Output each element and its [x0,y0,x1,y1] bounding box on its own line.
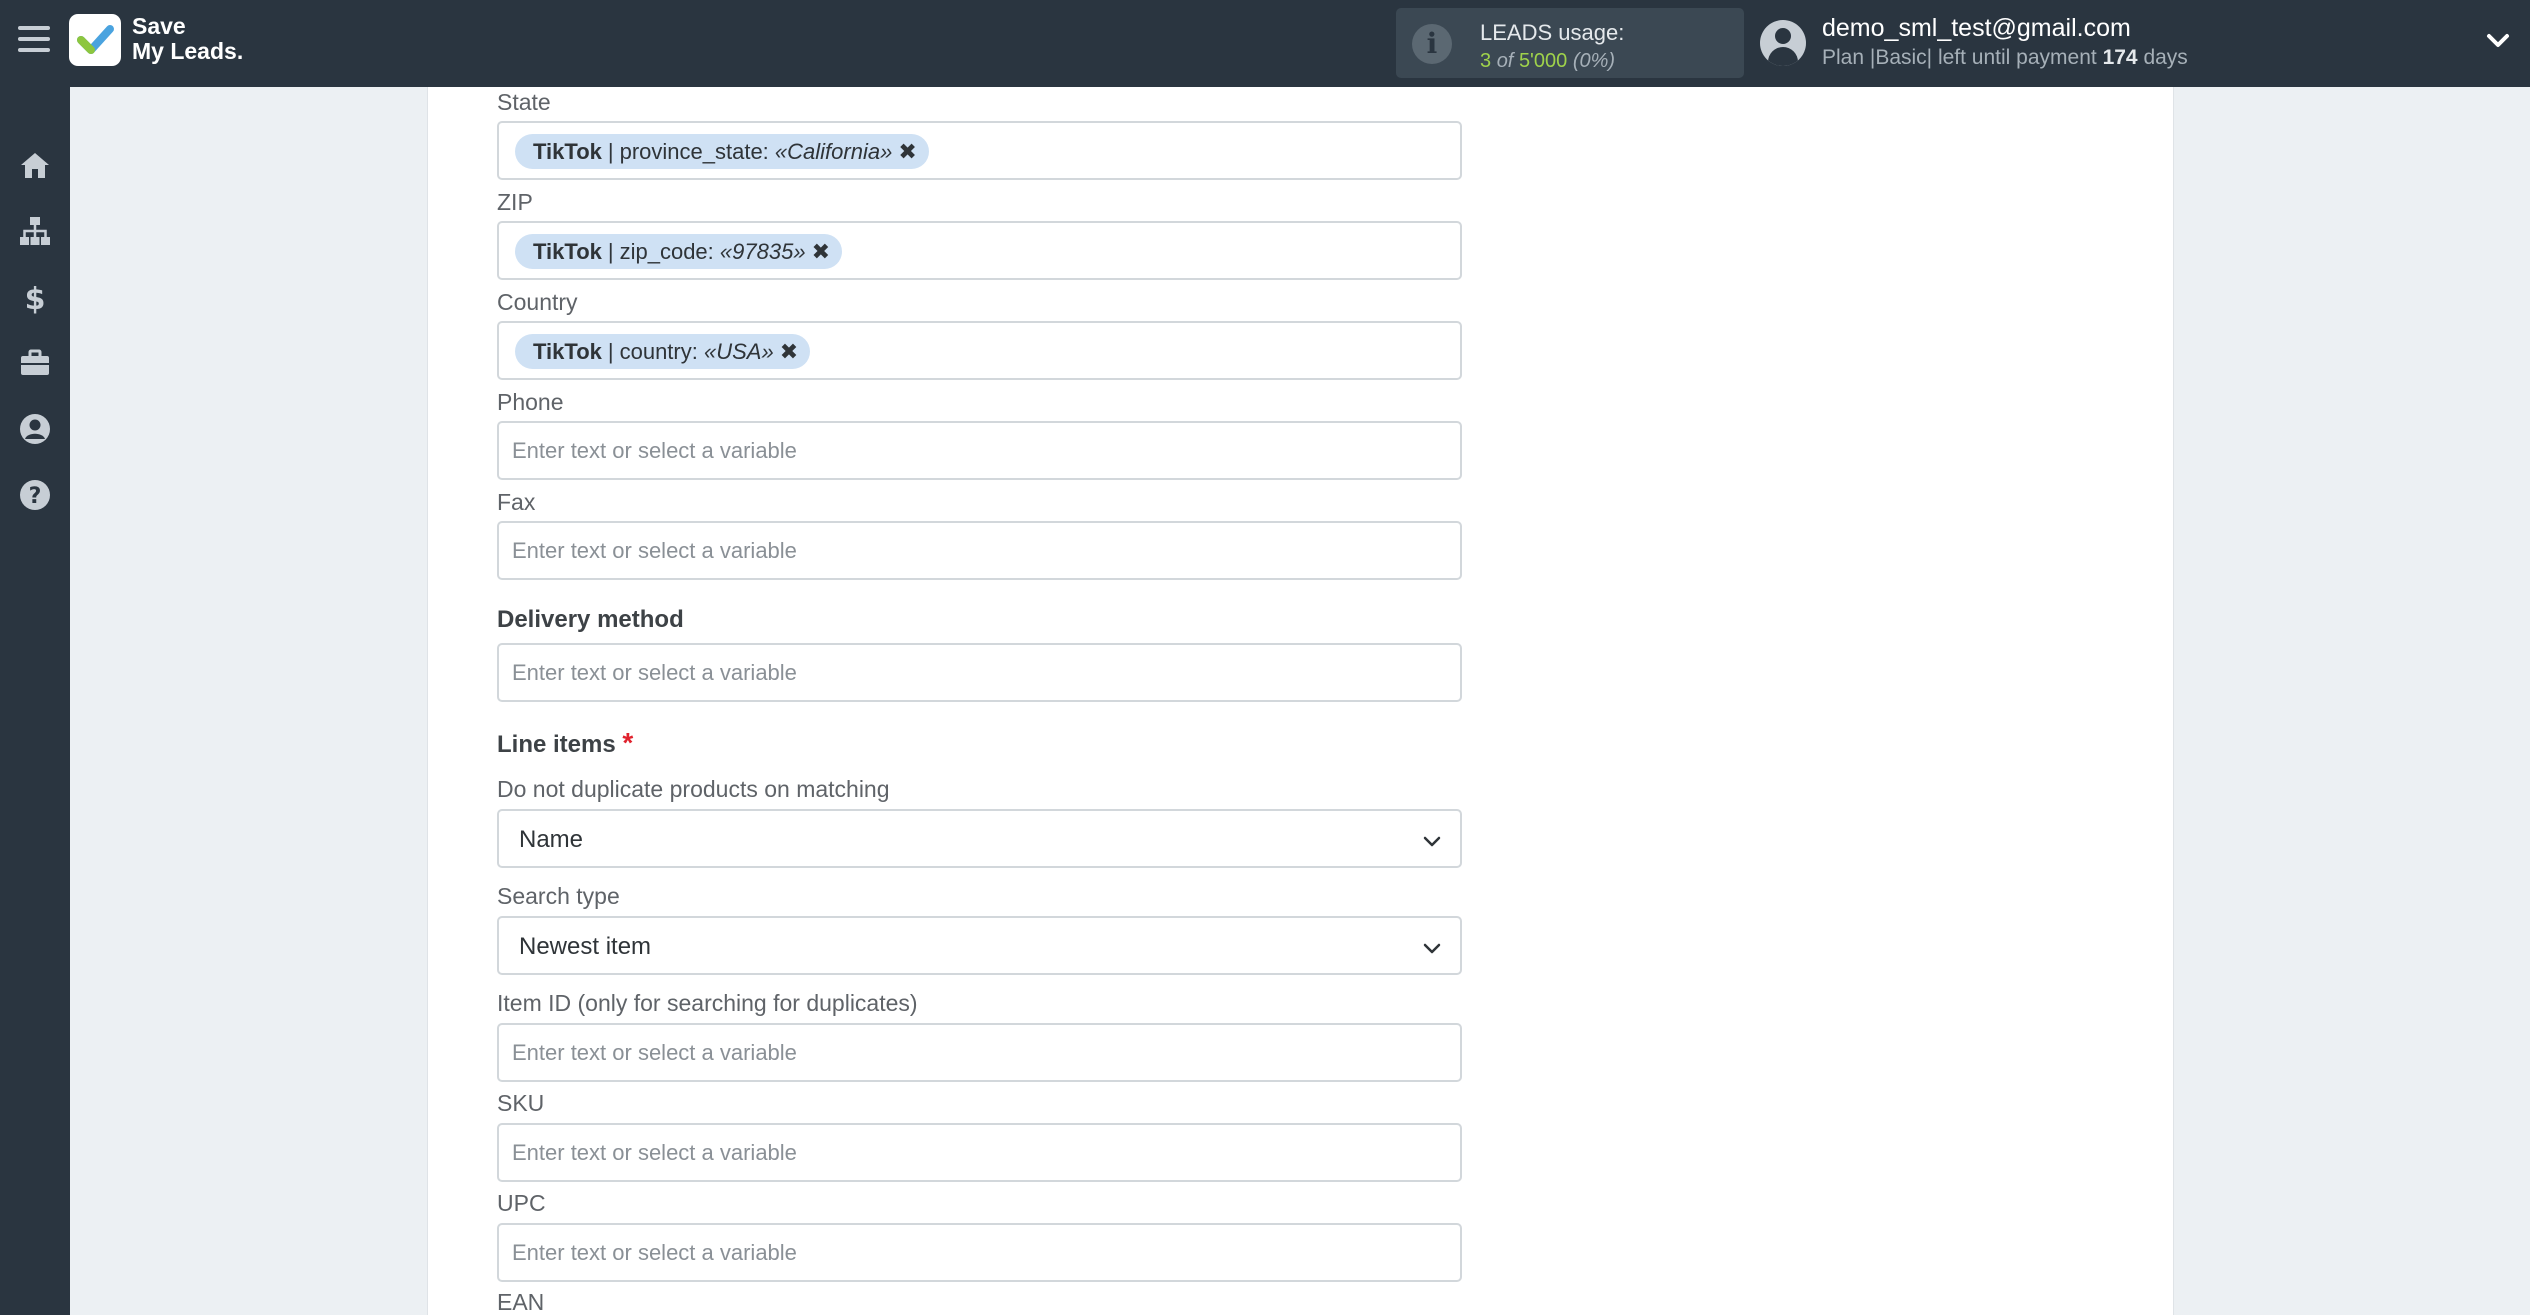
sidebar-item-home[interactable] [0,134,70,196]
search-type-value: Newest item [519,933,652,960]
search-type-label: Search type [497,883,620,909]
item-id-placeholder: Enter text or select a variable [512,1040,797,1065]
usage-total: 5'000 [1518,50,1568,72]
logo-icon[interactable] [69,14,121,66]
sku-field[interactable]: Enter text or select a variable [497,1123,1462,1182]
delivery-method-label: Delivery method [497,606,684,633]
user-icon [20,414,50,444]
sku-placeholder: Enter text or select a variable [512,1140,797,1165]
fax-label: Fax [497,489,536,515]
country-field[interactable]: TikTok | country: «USA» ✖ [497,321,1462,380]
no-duplicate-label: Do not duplicate products on matching [497,776,890,802]
logo-line-2: My Leads. [132,38,244,64]
sidebar-item-account[interactable] [0,398,70,460]
leads-usage-panel: i LEADS usage: 3 of 5'000 (0%) [1396,8,1744,78]
line-items-label: Line items * [497,727,633,759]
no-duplicate-select[interactable]: Name [497,809,1462,868]
phone-label: Phone [497,389,564,415]
chevron-down-icon[interactable] [2483,26,2513,56]
tag-value: «97835» [719,238,806,264]
chevron-down-icon [1423,943,1441,954]
country-label: Country [497,289,578,315]
usage-value: 3 of 5'000 (0%) [1480,50,1615,73]
user-plan: Plan |Basic| left until payment 174 days [1822,46,2188,70]
zip-variable-tag: TikTok | zip_code: «97835» ✖ [515,234,842,269]
plan-suffix: days [2143,46,2188,69]
item-id-field[interactable]: Enter text or select a variable [497,1023,1462,1082]
usage-title: LEADS usage: [1480,20,1625,45]
remove-tag-icon[interactable]: ✖ [898,139,916,165]
remove-tag-icon[interactable]: ✖ [812,239,830,265]
plan-days: 174 [2102,46,2138,69]
question-icon: ? [20,480,50,510]
avatar[interactable] [1760,20,1806,66]
usage-percent: (0%) [1572,50,1616,72]
tag-source: TikTok [533,238,602,264]
home-icon [21,153,49,178]
tag-value: «USA» [703,338,774,364]
svg-text:?: ? [29,484,42,509]
state-label: State [497,89,551,115]
sitemap-icon [20,217,50,245]
country-variable-tag: TikTok | country: «USA» ✖ [515,334,811,369]
logo-line-1: Save [132,13,186,39]
tag-separator: | [607,138,614,164]
sidebar-item-billing[interactable]: $ [0,266,70,328]
chevron-down-icon [1423,836,1441,847]
sidebar-item-help[interactable]: ? [0,464,70,526]
info-icon: i [1412,24,1452,64]
sku-label: SKU [497,1090,545,1116]
upc-placeholder: Enter text or select a variable [512,1240,797,1265]
tag-source: TikTok [533,138,602,164]
remove-tag-icon[interactable]: ✖ [780,339,798,365]
usage-used: 3 [1480,50,1492,72]
menu-icon[interactable] [18,26,50,56]
tag-value: «California» [774,138,893,164]
item-id-label: Item ID (only for searching for duplicat… [497,990,918,1016]
sidebar: $ ? [0,87,70,1315]
state-field[interactable]: TikTok | province_state: «California» ✖ [497,121,1462,180]
sidebar-item-connections[interactable] [0,200,70,262]
upc-field[interactable]: Enter text or select a variable [497,1223,1462,1282]
zip-label: ZIP [497,189,533,215]
top-header: Save My Leads. i LEADS usage: 3 of 5'000… [0,0,2530,87]
usage-of: of [1496,50,1514,72]
search-type-select[interactable]: Newest item [497,916,1462,975]
svg-text:$: $ [25,282,46,314]
plan-prefix: Plan |Basic| left until payment [1822,46,2097,69]
phone-field[interactable]: Enter text or select a variable [497,421,1462,480]
state-variable-tag: TikTok | province_state: «California» ✖ [515,134,929,169]
required-mark: * [622,727,634,758]
tag-field: country: [619,338,698,364]
sidebar-item-tools[interactable] [0,332,70,394]
delivery-method-field[interactable]: Enter text or select a variable [497,643,1462,702]
tag-field: province_state: [619,138,769,164]
fax-placeholder: Enter text or select a variable [512,538,797,563]
ean-label: EAN [497,1289,545,1315]
logo-text[interactable]: Save My Leads. [132,14,243,64]
delivery-method-placeholder: Enter text or select a variable [512,660,797,685]
tag-separator: | [607,238,614,264]
tag-source: TikTok [533,338,602,364]
user-email[interactable]: demo_sml_test@gmail.com [1822,14,2131,43]
tag-separator: | [607,338,614,364]
fax-field[interactable]: Enter text or select a variable [497,521,1462,580]
dollar-icon: $ [25,282,46,314]
phone-placeholder: Enter text or select a variable [512,438,797,463]
tag-field: zip_code: [619,238,714,264]
no-duplicate-value: Name [519,826,584,853]
zip-field[interactable]: TikTok | zip_code: «97835» ✖ [497,221,1462,280]
upc-label: UPC [497,1190,546,1216]
line-items-text: Line items [497,731,616,758]
briefcase-icon [21,349,49,375]
